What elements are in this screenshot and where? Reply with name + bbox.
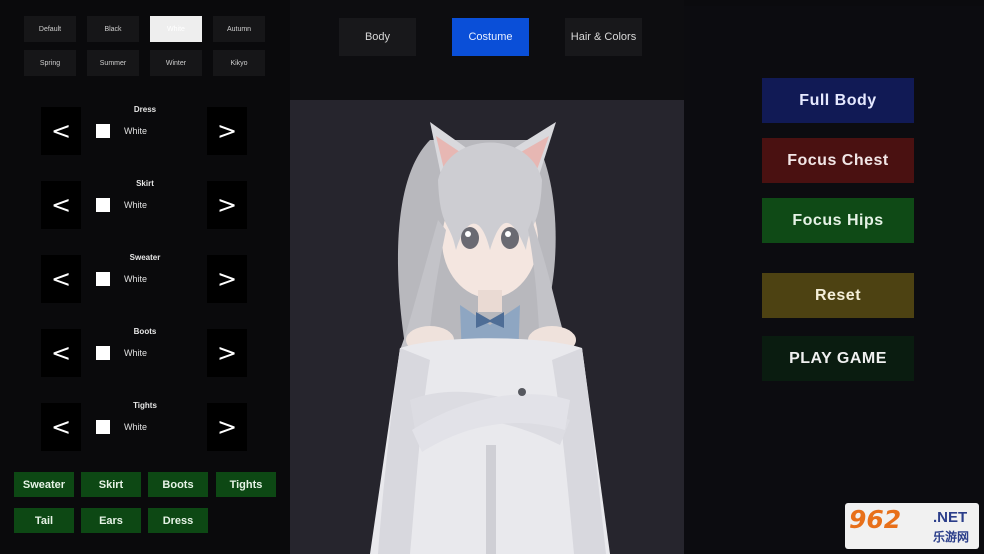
preset-spring-button[interactable]: Spring (24, 50, 76, 76)
slot-next-button[interactable]: > (207, 329, 247, 377)
slot-prev-button[interactable]: < (41, 181, 81, 229)
color-swatch (96, 272, 110, 286)
slot-title: Boots (133, 327, 157, 336)
slot-value: White (124, 274, 148, 284)
site-watermark-logo: 962 .NET 乐游网 (845, 503, 979, 549)
slot-title: Skirt (136, 179, 154, 188)
character-figure (370, 122, 610, 554)
toggle-skirt-button[interactable]: Skirt (81, 472, 141, 497)
preset-summer-button[interactable]: Summer (87, 50, 139, 76)
slot-prev-button[interactable]: < (41, 403, 81, 451)
color-swatch (96, 198, 110, 212)
focus-hips-button[interactable]: Focus Hips (762, 198, 914, 243)
preset-black-button[interactable]: Black (87, 16, 139, 42)
slot-value: White (124, 126, 148, 136)
preset-autumn-button[interactable]: Autumn (213, 16, 265, 42)
preset-white-button[interactable]: White (150, 16, 202, 42)
slot-next-button[interactable]: > (207, 181, 247, 229)
color-swatch (96, 420, 110, 434)
preset-winter-button[interactable]: Winter (150, 50, 202, 76)
slot-value: White (124, 422, 148, 432)
tab-hair-colors[interactable]: Hair & Colors (565, 18, 642, 56)
preset-panel (0, 0, 290, 96)
slot-next-button[interactable]: > (207, 255, 247, 303)
watermark-net-text: .NET (933, 509, 968, 526)
color-swatch (96, 124, 110, 138)
toggle-sweater-button[interactable]: Sweater (14, 472, 74, 497)
slot-value: White (124, 200, 148, 210)
slot-value: White (124, 348, 148, 358)
toggle-tights-button[interactable]: Tights (216, 472, 276, 497)
watermark-logo-text: 962 (849, 505, 902, 534)
toggle-tail-button[interactable]: Tail (14, 508, 74, 533)
toggle-ears-button[interactable]: Ears (81, 508, 141, 533)
slot-prev-button[interactable]: < (41, 107, 81, 155)
toggle-boots-button[interactable]: Boots (148, 472, 208, 497)
tab-costume[interactable]: Costume (452, 18, 529, 56)
slot-next-button[interactable]: > (207, 107, 247, 155)
slot-title: Sweater (129, 253, 161, 262)
full-body-button[interactable]: Full Body (762, 78, 914, 123)
focus-chest-button[interactable]: Focus Chest (762, 138, 914, 183)
preset-default-button[interactable]: Default (24, 16, 76, 42)
preset-kikyo-button[interactable]: Kikyo (213, 50, 265, 76)
color-swatch (96, 346, 110, 360)
slot-title: Dress (133, 105, 157, 114)
slot-prev-button[interactable]: < (41, 255, 81, 303)
reset-button[interactable]: Reset (762, 273, 914, 318)
slot-next-button[interactable]: > (207, 403, 247, 451)
toggle-dress-button[interactable]: Dress (148, 508, 208, 533)
play-game-button[interactable]: PLAY GAME (762, 336, 914, 381)
slot-prev-button[interactable]: < (41, 329, 81, 377)
watermark-cn-text: 乐游网 (933, 530, 970, 544)
character-preview[interactable] (290, 100, 684, 554)
slot-title: Tights (133, 401, 157, 410)
tab-body[interactable]: Body (339, 18, 416, 56)
